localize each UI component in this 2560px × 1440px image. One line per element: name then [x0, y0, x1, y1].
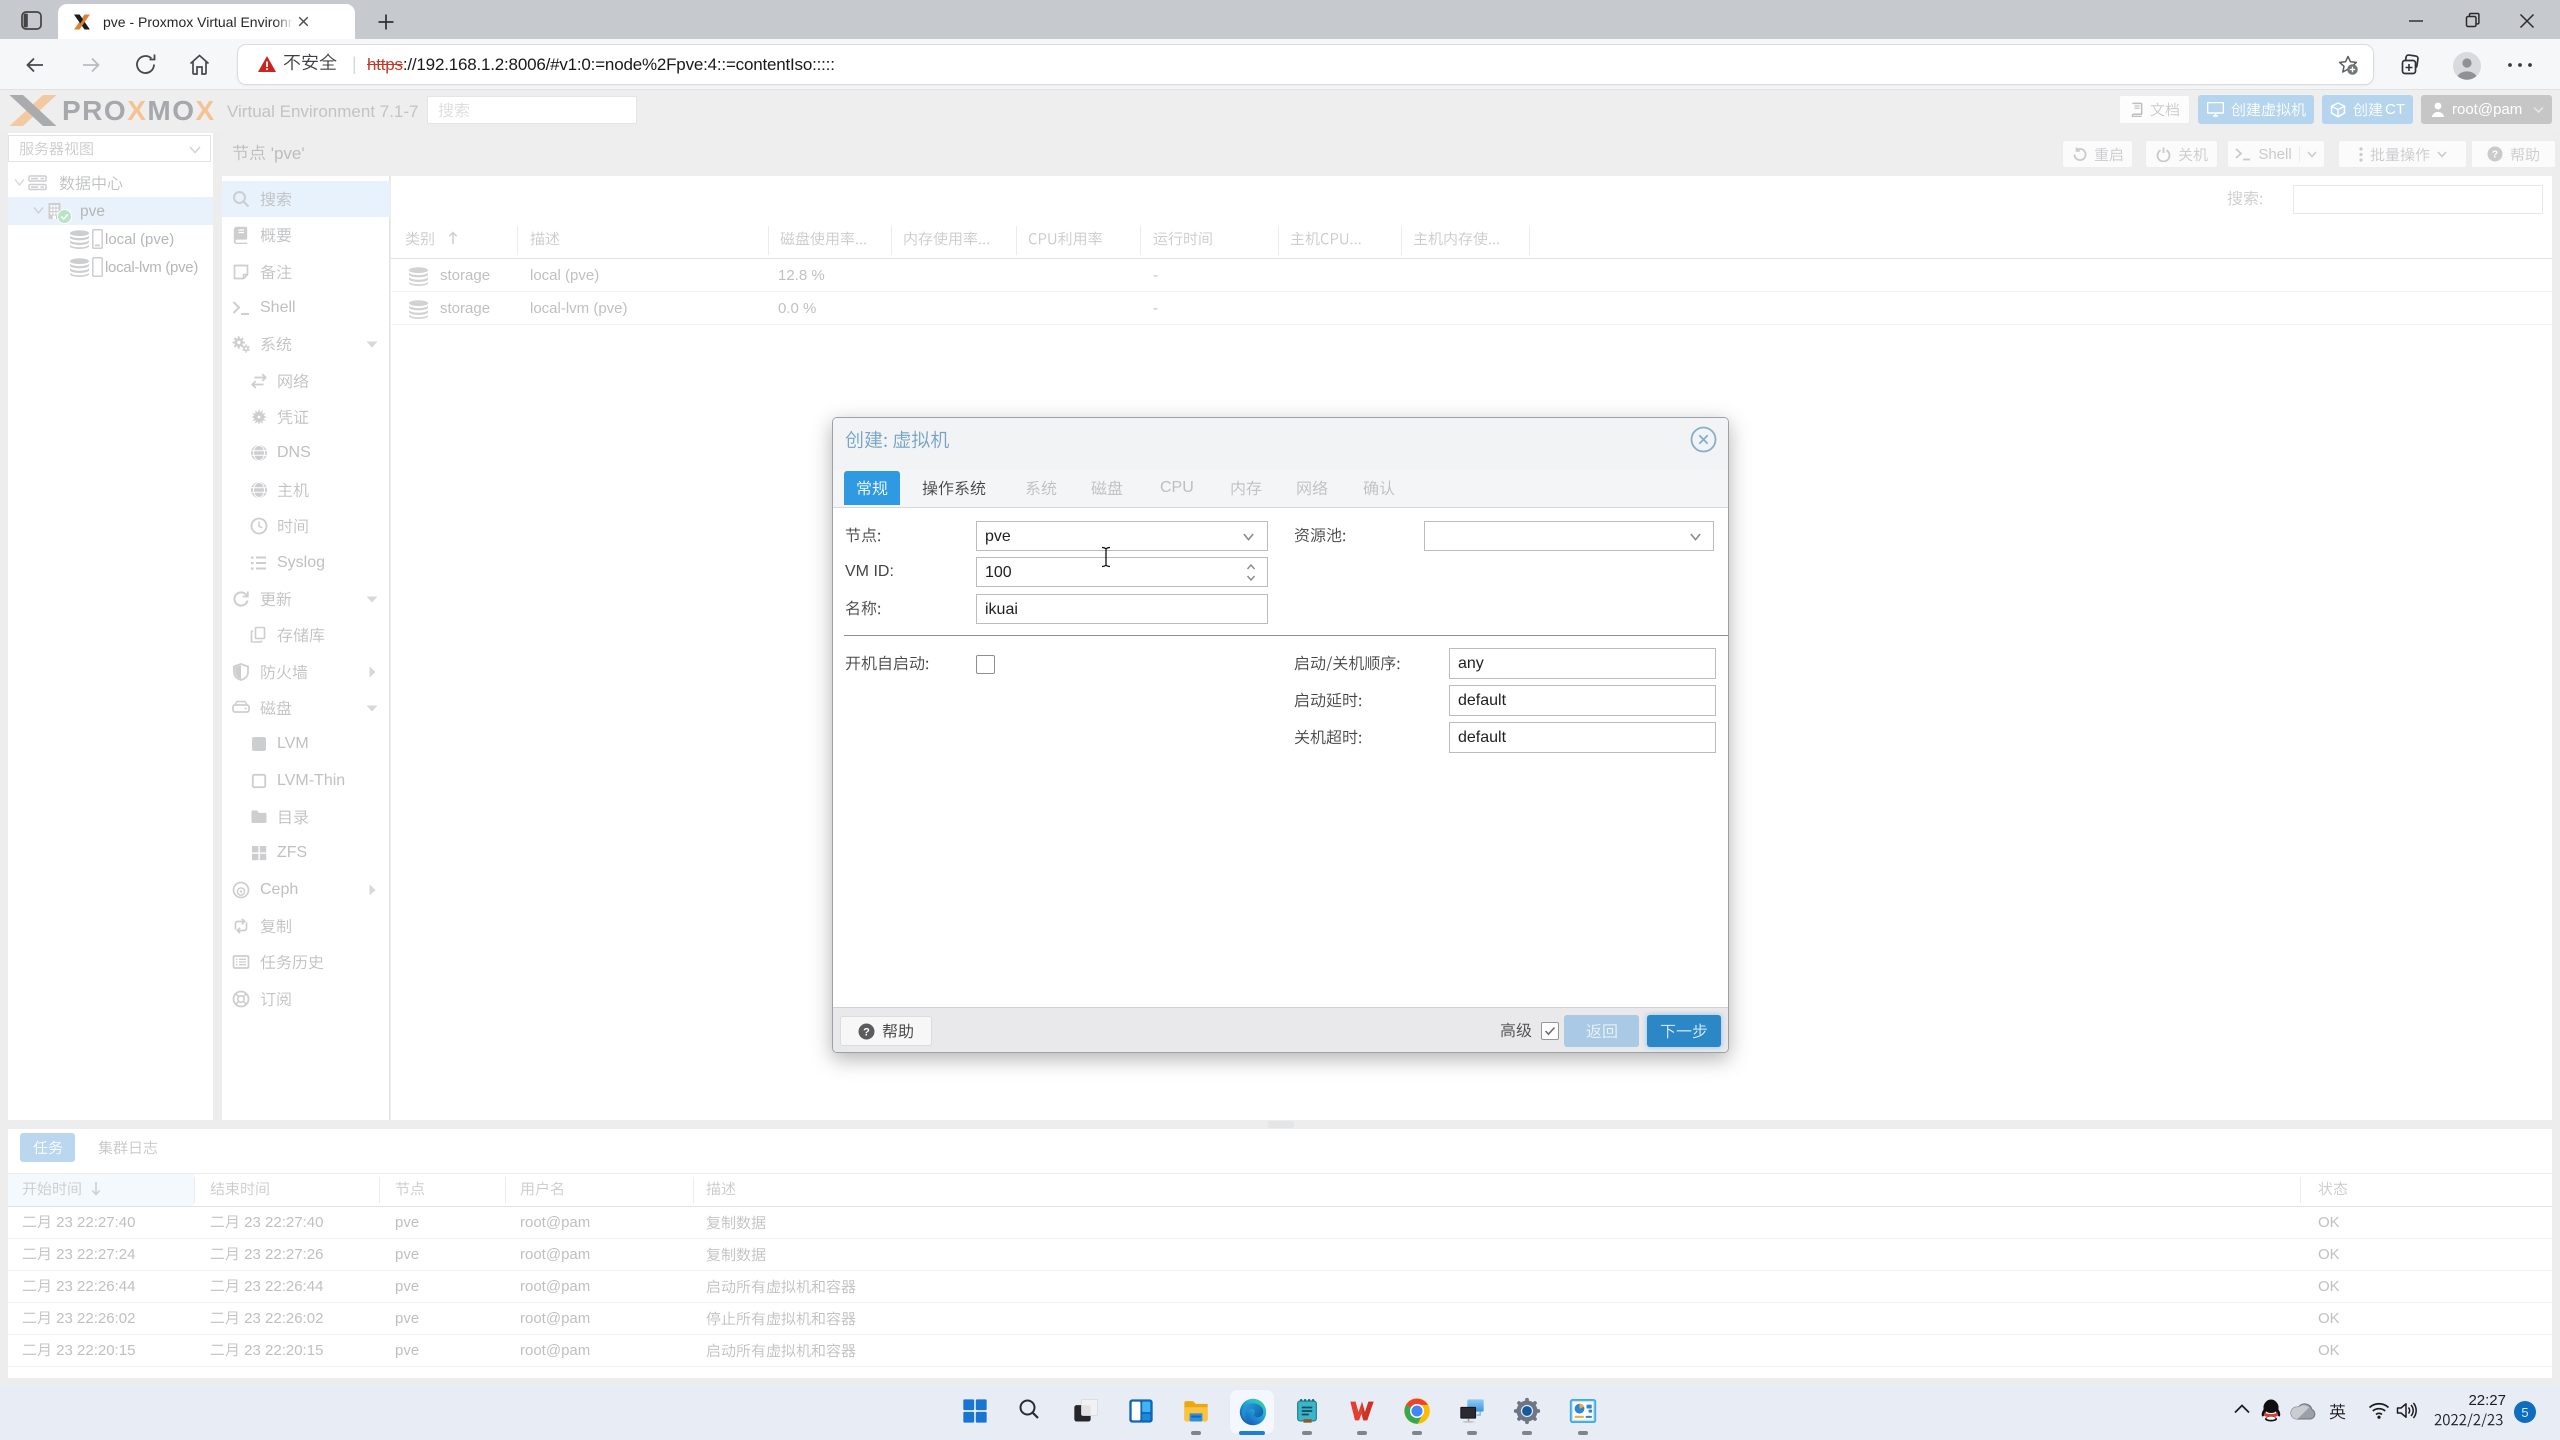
- svg-text:?: ?: [863, 1026, 870, 1038]
- svg-text:?: ?: [2492, 149, 2498, 161]
